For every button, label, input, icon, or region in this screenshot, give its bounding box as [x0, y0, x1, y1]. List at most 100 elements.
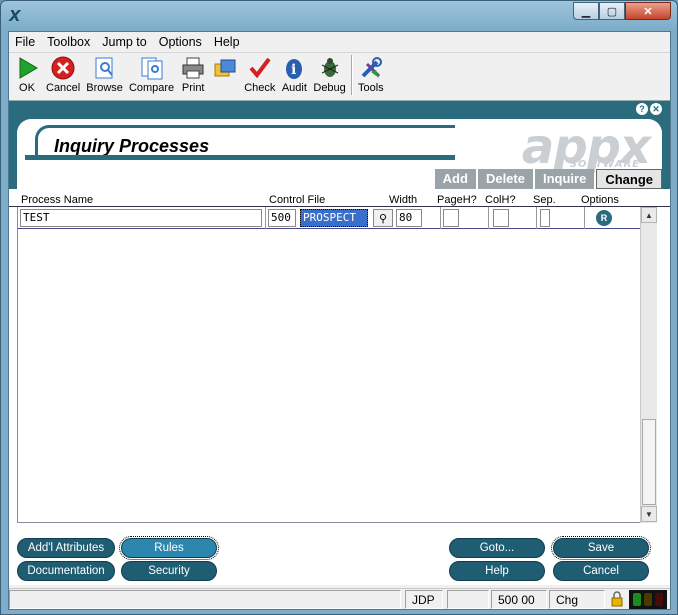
vertical-scrollbar[interactable]: ▲ ▼ [640, 207, 657, 523]
audit-button[interactable]: i Audit [278, 53, 310, 98]
column-pageh: PageH? [437, 194, 477, 206]
panel-header-inner: Inquiry Processes appx SOFTWARE Add Dele… [17, 119, 662, 189]
maximize-icon: ▢ [606, 5, 618, 18]
options-rules-button[interactable]: R [596, 210, 612, 226]
width-field[interactable]: 80 [396, 209, 422, 227]
mode-tab-change[interactable]: Change [596, 169, 662, 189]
binoculars-icon[interactable]: ⚲ [373, 209, 393, 227]
control-number-field[interactable]: 500 [268, 209, 296, 227]
window-controls: ▁ ▢ ✕ [573, 2, 671, 20]
debug-icon [317, 55, 343, 81]
ok-icon [14, 55, 40, 81]
panel-header: ? ✕ Inquiry Processes appx SOFTWARE Add … [9, 101, 670, 189]
appx-app-icon: X [9, 7, 21, 25]
cancel-icon [50, 55, 76, 81]
status-mode: Chg [549, 590, 605, 609]
menu-toolbox[interactable]: Toolbox [45, 32, 96, 52]
pageh-checkbox[interactable] [443, 209, 459, 227]
amber-light-icon [643, 593, 652, 606]
column-divider [584, 207, 585, 229]
page-title: Inquiry Processes [54, 136, 210, 156]
browse-label: Browse [86, 82, 123, 94]
close-icon: ✕ [643, 5, 653, 18]
panel-header-controls: ? ✕ [636, 103, 662, 115]
red-light-icon [655, 593, 664, 606]
control-file-field[interactable]: PROSPECT [300, 209, 368, 227]
app-window: X ▁ ▢ ✕ File Toolbox Jump to Options Hel… [0, 0, 678, 615]
column-divider [265, 207, 266, 229]
menu-bar: File Toolbox Jump to Options Help [9, 32, 670, 52]
title-underline [25, 155, 455, 160]
folders-icon [212, 55, 238, 81]
minimize-button[interactable]: ▁ [573, 2, 599, 20]
green-light-icon [632, 593, 641, 606]
status-lights [629, 590, 667, 609]
save-button[interactable]: Save [551, 536, 651, 560]
title-tab: Inquiry Processes [35, 125, 455, 159]
check-button[interactable]: Check [241, 53, 278, 98]
mode-tab-add[interactable]: Add [434, 169, 476, 189]
client-area: File Toolbox Jump to Options Help OK Can… [8, 31, 671, 610]
compare-button[interactable]: Compare [126, 53, 177, 98]
status-message [9, 590, 401, 609]
rules-button[interactable]: Rules [119, 536, 219, 560]
folders-button[interactable] [209, 53, 241, 98]
toolbar: OK Cancel Browse Compare Print Check i A… [9, 52, 670, 98]
help-icon[interactable]: ? [636, 103, 648, 115]
browse-button[interactable]: Browse [83, 53, 126, 98]
panel-close-icon[interactable]: ✕ [650, 103, 662, 115]
column-sep: Sep. [533, 194, 556, 206]
column-options: Options [581, 194, 619, 206]
mode-tabs: Add Delete Inquire Change [434, 169, 662, 189]
table-row: TEST 500 PROSPECT ⚲ 80 R [18, 207, 656, 229]
maximize-button[interactable]: ▢ [599, 2, 625, 20]
column-width: Width [389, 194, 418, 206]
check-icon [247, 55, 273, 81]
menu-options[interactable]: Options [157, 32, 208, 52]
cancel-button[interactable]: Cancel [553, 561, 649, 581]
lock-icon [609, 591, 625, 607]
tools-button[interactable]: Tools [355, 53, 387, 98]
status-user: JDP [405, 590, 443, 609]
cancel-label: Cancel [46, 82, 81, 94]
addl-attributes-button[interactable]: Add'l Attributes [17, 538, 115, 558]
mode-tab-inquire[interactable]: Inquire [534, 169, 595, 189]
colh-checkbox[interactable] [493, 209, 509, 227]
menu-file[interactable]: File [13, 32, 41, 52]
print-icon [180, 55, 206, 81]
documentation-button[interactable]: Documentation [17, 561, 115, 581]
print-button[interactable]: Print [177, 53, 209, 98]
tools-icon [358, 55, 384, 81]
help-button[interactable]: Help [449, 561, 545, 581]
debug-label: Debug [313, 82, 346, 94]
ok-button[interactable]: OK [11, 53, 43, 98]
ok-label: OK [19, 82, 35, 94]
process-grid: TEST 500 PROSPECT ⚲ 80 R [17, 207, 657, 523]
inquiry-processes-panel: ? ✕ Inquiry Processes appx SOFTWARE Add … [9, 100, 670, 585]
scroll-up-icon[interactable]: ▲ [641, 207, 657, 223]
audit-icon: i [281, 55, 307, 81]
scroll-thumb[interactable] [642, 419, 656, 505]
column-process-name: Process Name [21, 194, 94, 206]
column-colh: ColH? [485, 194, 516, 206]
menu-jump-to[interactable]: Jump to [100, 32, 152, 52]
compare-label: Compare [128, 82, 175, 94]
mode-tab-delete[interactable]: Delete [477, 169, 533, 189]
title-bar: X ▁ ▢ ✕ [1, 1, 677, 31]
minimize-icon: ▁ [581, 5, 591, 18]
column-headers: Process Name Control File Width PageH? C… [9, 191, 670, 207]
goto-button[interactable]: Goto... [449, 538, 545, 558]
status-database: 500 00 [491, 590, 547, 609]
scroll-down-icon[interactable]: ▼ [641, 506, 657, 522]
process-name-field[interactable]: TEST [20, 209, 262, 227]
cancel-button-toolbar[interactable]: Cancel [43, 53, 83, 98]
security-button[interactable]: Security [121, 561, 217, 581]
close-button[interactable]: ✕ [625, 2, 671, 20]
sep-field[interactable] [540, 209, 550, 227]
column-control-file: Control File [269, 194, 326, 206]
audit-label: Audit [281, 82, 307, 94]
debug-button[interactable]: Debug [310, 53, 348, 98]
column-divider [440, 207, 441, 229]
column-divider [488, 207, 489, 229]
menu-help[interactable]: Help [212, 32, 246, 52]
